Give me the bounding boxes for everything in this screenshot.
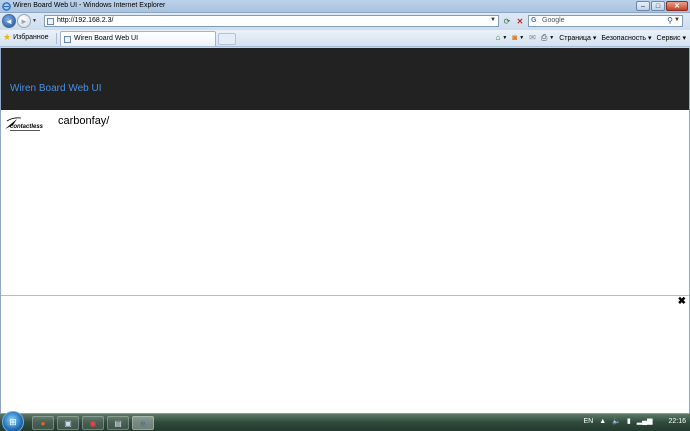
address-url[interactable]: http://192.168.2.3/ xyxy=(57,17,113,24)
refresh-button[interactable]: ⟳ xyxy=(501,15,513,27)
volume-icon[interactable]: 🔈 xyxy=(612,417,621,425)
logo-text: contactless xyxy=(10,124,44,130)
terminal-icon: ▤ xyxy=(114,418,122,428)
site-navbar: Wiren Board Web UI xyxy=(1,48,689,110)
windows-logo-icon: ⊞ xyxy=(9,416,17,427)
mail-icon[interactable]: ✉ xyxy=(529,33,536,42)
power-icon[interactable]: ▮ xyxy=(627,417,631,425)
refresh-icon: ⟳ xyxy=(503,16,511,26)
address-bar[interactable]: http://192.168.2.3/ ▼ xyxy=(44,15,499,27)
window-controls: – □ ✕ xyxy=(636,1,688,11)
widget-title: carbonfay/ xyxy=(58,115,110,127)
star-icon: ★ xyxy=(3,32,12,42)
window-title: Wiren Board Web UI - Windows Internet Ex… xyxy=(13,2,166,9)
forward-button[interactable]: ► xyxy=(17,14,31,28)
taskbar-firefox[interactable]: ● xyxy=(32,416,54,430)
page-content: Wiren Board Web UI contactless carbonfay… xyxy=(0,48,690,413)
history-dropdown-icon[interactable]: ▼ xyxy=(32,18,37,24)
separator xyxy=(56,33,57,44)
search-dropdown-icon[interactable]: ▼ xyxy=(674,17,680,23)
network-icon[interactable]: ▂▄▆ xyxy=(637,417,653,425)
windows-taskbar: ⊞ ● ▣ ◉ ▤ e EN ▲ 🔈 ▮ ▂▄▆ 22:16 xyxy=(0,411,690,431)
system-tray: EN ▲ 🔈 ▮ ▂▄▆ 22:16 xyxy=(583,417,686,426)
search-box[interactable]: G Google ⚲ ▼ xyxy=(528,15,683,27)
tools-menu-label: Сервис xyxy=(656,34,681,42)
page-menu-label: Страница xyxy=(559,34,591,42)
rss-dropdown-icon[interactable]: ▼ xyxy=(519,35,524,41)
brand-link[interactable]: Wiren Board Web UI xyxy=(10,83,102,94)
print-icon[interactable]: ⎙ xyxy=(541,33,547,42)
tools-menu[interactable]: Сервис ▾ xyxy=(657,34,686,42)
print-dropdown-icon[interactable]: ▼ xyxy=(549,35,554,41)
firefox-icon: ● xyxy=(40,418,46,428)
app-icon: ▣ xyxy=(64,418,72,428)
taskbar-app[interactable]: ▣ xyxy=(57,416,79,430)
stop-button[interactable]: ✕ xyxy=(514,15,526,27)
chrome-icon: ◉ xyxy=(89,418,97,428)
start-button[interactable]: ⊞ xyxy=(2,411,24,431)
command-bar: ⌂ ▼ ◙ ▼ ✉ ⎙ ▼ Страница ▾ Безопасность ▾ … xyxy=(496,33,686,42)
taskbar-terminal[interactable]: ▤ xyxy=(107,416,129,430)
taskbar-chrome[interactable]: ◉ xyxy=(82,416,104,430)
clock[interactable]: 22:16 xyxy=(668,418,686,425)
page-icon xyxy=(64,36,71,43)
stop-icon: ✕ xyxy=(516,16,524,26)
address-dropdown-icon[interactable]: ▼ xyxy=(490,17,496,23)
back-button[interactable]: ◄ xyxy=(2,14,16,28)
ie-logo-icon xyxy=(2,2,11,11)
new-tab-button[interactable] xyxy=(218,33,236,45)
taskbar-ie[interactable]: e xyxy=(132,416,154,430)
search-icon[interactable]: ⚲ xyxy=(667,16,673,25)
favorites-label: Избранное xyxy=(13,33,49,41)
home-dropdown-icon[interactable]: ▼ xyxy=(502,35,507,41)
command-row: ★ Избранное Wiren Board Web UI ⌂ ▼ ◙ ▼ ✉… xyxy=(0,30,690,47)
google-icon: G xyxy=(531,17,537,24)
arrow-right-icon: ► xyxy=(20,16,28,26)
maximize-button[interactable]: □ xyxy=(651,1,665,11)
safety-menu[interactable]: Безопасность ▾ xyxy=(601,34,651,42)
language-indicator[interactable]: EN xyxy=(583,418,593,425)
close-icon[interactable]: ✖ xyxy=(678,296,686,307)
page-icon xyxy=(47,18,54,25)
close-window-button[interactable]: ✕ xyxy=(666,1,688,11)
minimize-button[interactable]: – xyxy=(636,1,650,11)
ie-icon: e xyxy=(140,418,146,428)
page-menu[interactable]: Страница ▾ xyxy=(559,34,596,42)
tab-wiren-board[interactable]: Wiren Board Web UI xyxy=(60,31,216,46)
safety-menu-label: Безопасность xyxy=(601,34,647,42)
window-titlebar: Wiren Board Web UI - Windows Internet Ex… xyxy=(0,0,690,13)
panel-divider xyxy=(1,295,689,296)
home-icon[interactable]: ⌂ xyxy=(496,33,501,42)
arrow-left-icon: ◄ xyxy=(5,16,13,26)
rss-feed-icon[interactable]: ◙ xyxy=(512,33,517,42)
favorites-button[interactable]: ★ Избранное xyxy=(3,32,49,42)
tray-expand-icon[interactable]: ▲ xyxy=(599,418,606,425)
tab-label: Wiren Board Web UI xyxy=(74,35,139,42)
contactless-logo: contactless xyxy=(5,117,44,131)
address-row: ◄ ► ▼ http://192.168.2.3/ ▼ ⟳ ✕ G Google… xyxy=(0,13,690,30)
search-input[interactable]: Google xyxy=(542,17,565,24)
